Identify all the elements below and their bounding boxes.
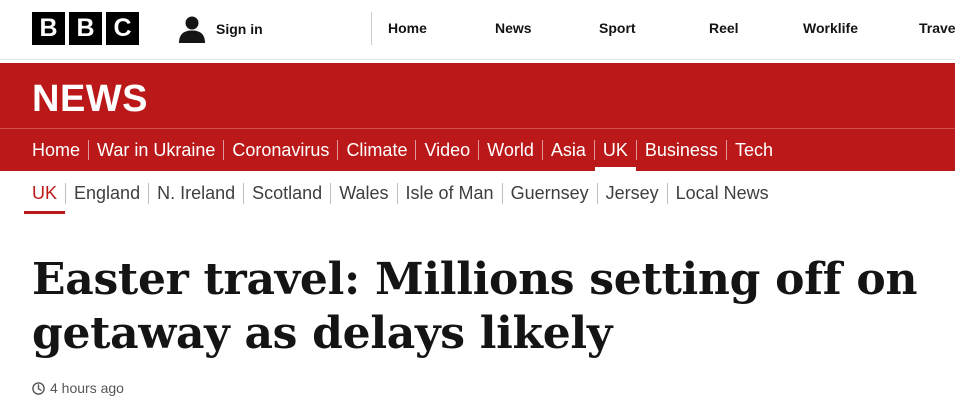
primary-nav: Home War in Ukraine Coronavirus Climate …: [32, 129, 781, 171]
secondary-nav-wales[interactable]: Wales: [331, 171, 396, 215]
primary-nav-war-in-ukraine[interactable]: War in Ukraine: [89, 129, 223, 171]
bbc-logo-letter: B: [69, 12, 102, 45]
timestamp-text: 4 hours ago: [50, 380, 124, 396]
secondary-nav-local-news[interactable]: Local News: [668, 171, 777, 215]
secondary-nav-scotland[interactable]: Scotland: [244, 171, 330, 215]
secondary-nav-england[interactable]: England: [66, 171, 148, 215]
top-nav-news[interactable]: News: [495, 20, 532, 36]
article-headline: Easter travel: Millions setting off on g…: [32, 254, 918, 359]
sign-in-link[interactable]: Sign in: [178, 12, 263, 45]
secondary-nav-n-ireland[interactable]: N. Ireland: [149, 171, 243, 215]
article-timestamp: 4 hours ago: [32, 380, 124, 396]
top-nav-worklife[interactable]: Worklife: [803, 20, 858, 36]
bbc-logo[interactable]: B B C: [32, 12, 139, 45]
user-icon: [179, 16, 205, 43]
secondary-nav-uk[interactable]: UK: [23, 171, 66, 215]
primary-nav-uk[interactable]: UK: [594, 129, 636, 171]
bbc-logo-letter: B: [32, 12, 65, 45]
secondary-nav-guernsey[interactable]: Guernsey: [503, 171, 597, 215]
secondary-nav-isle-of-man[interactable]: Isle of Man: [398, 171, 502, 215]
top-nav-sport[interactable]: Sport: [599, 20, 636, 36]
news-logo[interactable]: NEWS: [32, 78, 148, 121]
primary-nav-world[interactable]: World: [479, 129, 542, 171]
clock-icon: [32, 381, 45, 395]
secondary-nav: UK England N. Ireland Scotland Wales Isl…: [23, 171, 777, 215]
bbc-top-bar: B B C Sign in Home News Sport Reel Workl…: [0, 0, 955, 60]
top-nav-reel[interactable]: Reel: [709, 20, 739, 36]
primary-nav-video[interactable]: Video: [416, 129, 478, 171]
news-header: NEWS Home War in Ukraine Coronavirus Cli…: [0, 63, 955, 171]
top-nav-home[interactable]: Home: [388, 20, 427, 36]
bbc-logo-letter: C: [106, 12, 139, 45]
primary-nav-business[interactable]: Business: [637, 129, 726, 171]
primary-nav-home[interactable]: Home: [32, 129, 88, 171]
primary-nav-asia[interactable]: Asia: [543, 129, 594, 171]
secondary-nav-jersey[interactable]: Jersey: [598, 171, 667, 215]
top-nav: Home News Sport Reel Worklife Travel: [371, 12, 955, 45]
top-nav-travel[interactable]: Travel: [919, 20, 955, 36]
primary-nav-coronavirus[interactable]: Coronavirus: [224, 129, 337, 171]
primary-nav-tech[interactable]: Tech: [727, 129, 781, 171]
sign-in-label: Sign in: [216, 20, 263, 37]
primary-nav-climate[interactable]: Climate: [338, 129, 415, 171]
